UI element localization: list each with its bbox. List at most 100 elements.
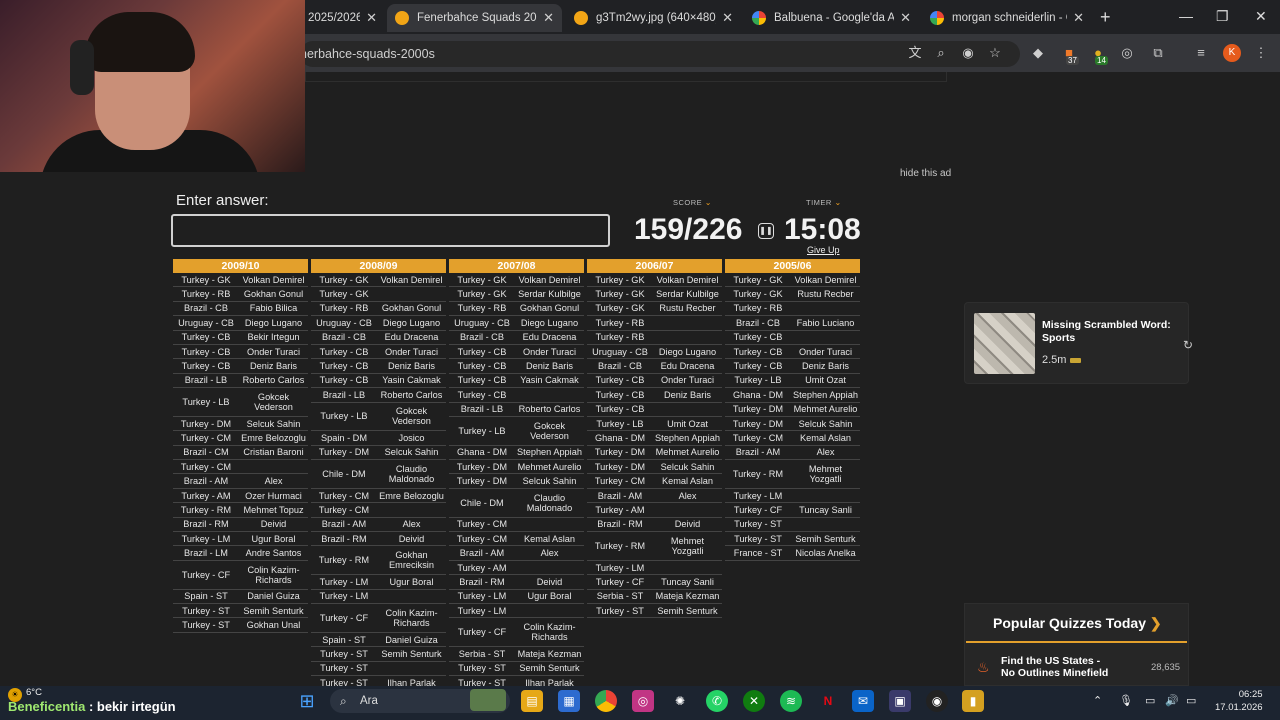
position-cell: Turkey - GK <box>457 274 507 285</box>
position-cell: Turkey - DM <box>732 418 784 429</box>
tab-google-balbuena[interactable]: Balbuena - Google'da Ara ✕ <box>744 4 919 32</box>
position-cell: Turkey - AM <box>457 562 507 573</box>
minimize-icon[interactable]: — <box>1179 8 1193 24</box>
file-explorer-icon[interactable]: ▤ <box>521 690 543 712</box>
season-table: 2006/07 Turkey - GK Volkan Demirel Turkey -… <box>587 259 722 619</box>
table-row: Chile - DM Claudio Maldonado <box>449 489 584 518</box>
position-cell: Turkey - ST <box>182 605 230 616</box>
close-tab-icon[interactable]: ✕ <box>722 10 733 26</box>
extension-icon[interactable]: ◎ <box>1119 45 1135 61</box>
table-row: Turkey - CB <box>587 403 722 417</box>
microphone-icon[interactable]: 🎙 <box>1119 694 1133 707</box>
position-cell: Brazil - RM <box>183 519 229 530</box>
table-row: Turkey - ST Semih Senturk <box>587 604 722 619</box>
position-cell: Turkey - CM <box>180 461 232 472</box>
restore-icon[interactable]: ❐ <box>1216 8 1229 25</box>
refresh-icon[interactable]: ↻ <box>1183 338 1193 352</box>
position-cell: Turkey - CF <box>595 576 645 587</box>
whatsapp-icon[interactable]: ✆ <box>706 690 728 712</box>
weather-temp[interactable]: 6°C <box>26 687 42 698</box>
position-cell: Turkey - CF <box>457 627 507 638</box>
answer-input[interactable] <box>171 214 610 247</box>
player-cell: Semih Senturk <box>795 533 856 544</box>
chatgpt-icon[interactable]: ✺ <box>669 690 691 712</box>
zoom-icon[interactable]: ⌕ <box>933 45 949 61</box>
browser-menu-icon[interactable]: ⋮ <box>1253 45 1269 61</box>
close-window-icon[interactable]: ✕ <box>1255 8 1267 25</box>
position-cell: Turkey - DM <box>594 447 646 458</box>
netflix-icon[interactable]: N <box>817 690 839 712</box>
network-icon[interactable]: ▭ <box>1145 694 1155 707</box>
player-cell: Ugur Boral <box>251 533 296 544</box>
volume-icon[interactable]: 🔊 <box>1165 694 1179 707</box>
chrome-icon[interactable] <box>595 690 617 712</box>
position-cell: Uruguay - CB <box>316 317 372 328</box>
give-up-button[interactable]: Give Up <box>807 245 840 255</box>
pause-icon[interactable]: ❚❚ <box>758 223 774 239</box>
player-cell: Gokhan Gonul <box>243 289 304 300</box>
table-row: Turkey - AM <box>449 561 584 576</box>
bookmark-star-icon[interactable]: ☆ <box>987 45 1003 61</box>
spotify-icon[interactable]: ≋ <box>780 690 802 712</box>
translate-icon[interactable]: 文 <box>907 45 923 61</box>
obs-icon[interactable]: ◉ <box>926 690 948 712</box>
app-icon[interactable]: ▮ <box>962 690 984 712</box>
show-hidden-icons-icon[interactable]: ⌃ <box>1093 694 1102 707</box>
eye-off-icon[interactable]: ◉ <box>960 45 976 61</box>
outlook-icon[interactable]: ✉ <box>852 690 874 712</box>
extensions-puzzle-icon[interactable]: ⧉ <box>1150 45 1166 61</box>
player-cell: Umit Ozat <box>667 418 708 429</box>
app-icon[interactable]: ▣ <box>889 690 911 712</box>
player-cell: Rustu Recber <box>797 289 854 300</box>
tab-google-morgan[interactable]: morgan schneiderlin - Goo ✕ <box>922 4 1092 32</box>
instagram-icon[interactable]: ◎ <box>632 690 654 712</box>
tab-2025-2026[interactable]: 2025/2026 ✕ <box>300 4 385 32</box>
close-tab-icon[interactable]: ✕ <box>543 10 554 26</box>
position-cell: Turkey - CF <box>319 612 369 623</box>
popular-quiz-link[interactable]: Find the US States - No Outlines Minefie… <box>1001 655 1113 679</box>
position-cell: Turkey - CB <box>733 361 783 372</box>
position-cell: Turkey - CB <box>181 346 231 357</box>
windows-start-icon[interactable]: ⊞ <box>296 690 318 712</box>
position-cell: Turkey - RB <box>181 289 231 300</box>
player-cell: Claudio Maldonado <box>526 492 573 513</box>
position-cell: Turkey - CB <box>319 346 369 357</box>
position-cell: Turkey - GK <box>319 274 369 285</box>
player-cell: Semih Senturk <box>243 605 304 616</box>
profile-avatar[interactable]: K <box>1223 44 1241 62</box>
media-control-icon[interactable]: ≡ <box>1193 45 1209 61</box>
promo-quiz-card[interactable]: Missing Scrambled Word: Sports 2.5m ↻ <box>964 302 1193 384</box>
system-clock[interactable]: 06:25 17.01.2026 <box>1215 688 1263 714</box>
tab-title: g3Tm2wy.jpg (640×480) <box>596 12 717 24</box>
position-cell: Turkey - CB <box>595 389 645 400</box>
position-cell: Turkey - DM <box>732 404 784 415</box>
position-cell: Brazil - AM <box>183 476 229 487</box>
table-row: Turkey - CF Colin Kazim-Richards <box>173 561 308 590</box>
tab-fenerbahce-squads[interactable]: Fenerbahce Squads 2000s ✕ <box>387 4 562 32</box>
close-tab-icon[interactable]: ✕ <box>900 10 911 26</box>
position-cell: Brazil - LB <box>460 404 504 415</box>
player-cell: Andre Santos <box>245 548 302 559</box>
extension-icon[interactable]: ◆ <box>1030 45 1046 61</box>
chevron-down-icon: ⌄ <box>834 198 842 207</box>
position-cell: Turkey - CF <box>181 569 231 580</box>
close-tab-icon[interactable]: ✕ <box>1073 10 1084 26</box>
player-cell: Roberto Carlos <box>242 375 305 386</box>
player-cell <box>515 523 584 525</box>
tab-image[interactable]: g3Tm2wy.jpg (640×480) ✕ <box>566 4 741 32</box>
player-cell <box>377 595 446 597</box>
player-cell <box>653 322 722 324</box>
table-row: Turkey - CM Emre Belozoglu <box>173 431 308 446</box>
table-row: Turkey - GK Volkan Demirel <box>725 273 860 288</box>
search-highlight-icon[interactable] <box>470 689 506 711</box>
store-icon[interactable]: ▦ <box>558 690 580 712</box>
xbox-icon[interactable]: ✕ <box>743 690 765 712</box>
popular-quizzes-title[interactable]: Popular Quizzes Today ❯ <box>993 615 1162 632</box>
new-tab-icon[interactable]: + <box>1100 7 1111 28</box>
player-cell: Yasin Cakmak <box>382 375 441 386</box>
position-cell: Turkey - LB <box>734 375 782 386</box>
close-tab-icon[interactable]: ✕ <box>366 10 377 26</box>
hide-ad-link[interactable]: hide this ad <box>900 168 951 179</box>
battery-icon[interactable]: ▭ <box>1186 694 1196 707</box>
image-favicon-icon <box>574 11 588 25</box>
